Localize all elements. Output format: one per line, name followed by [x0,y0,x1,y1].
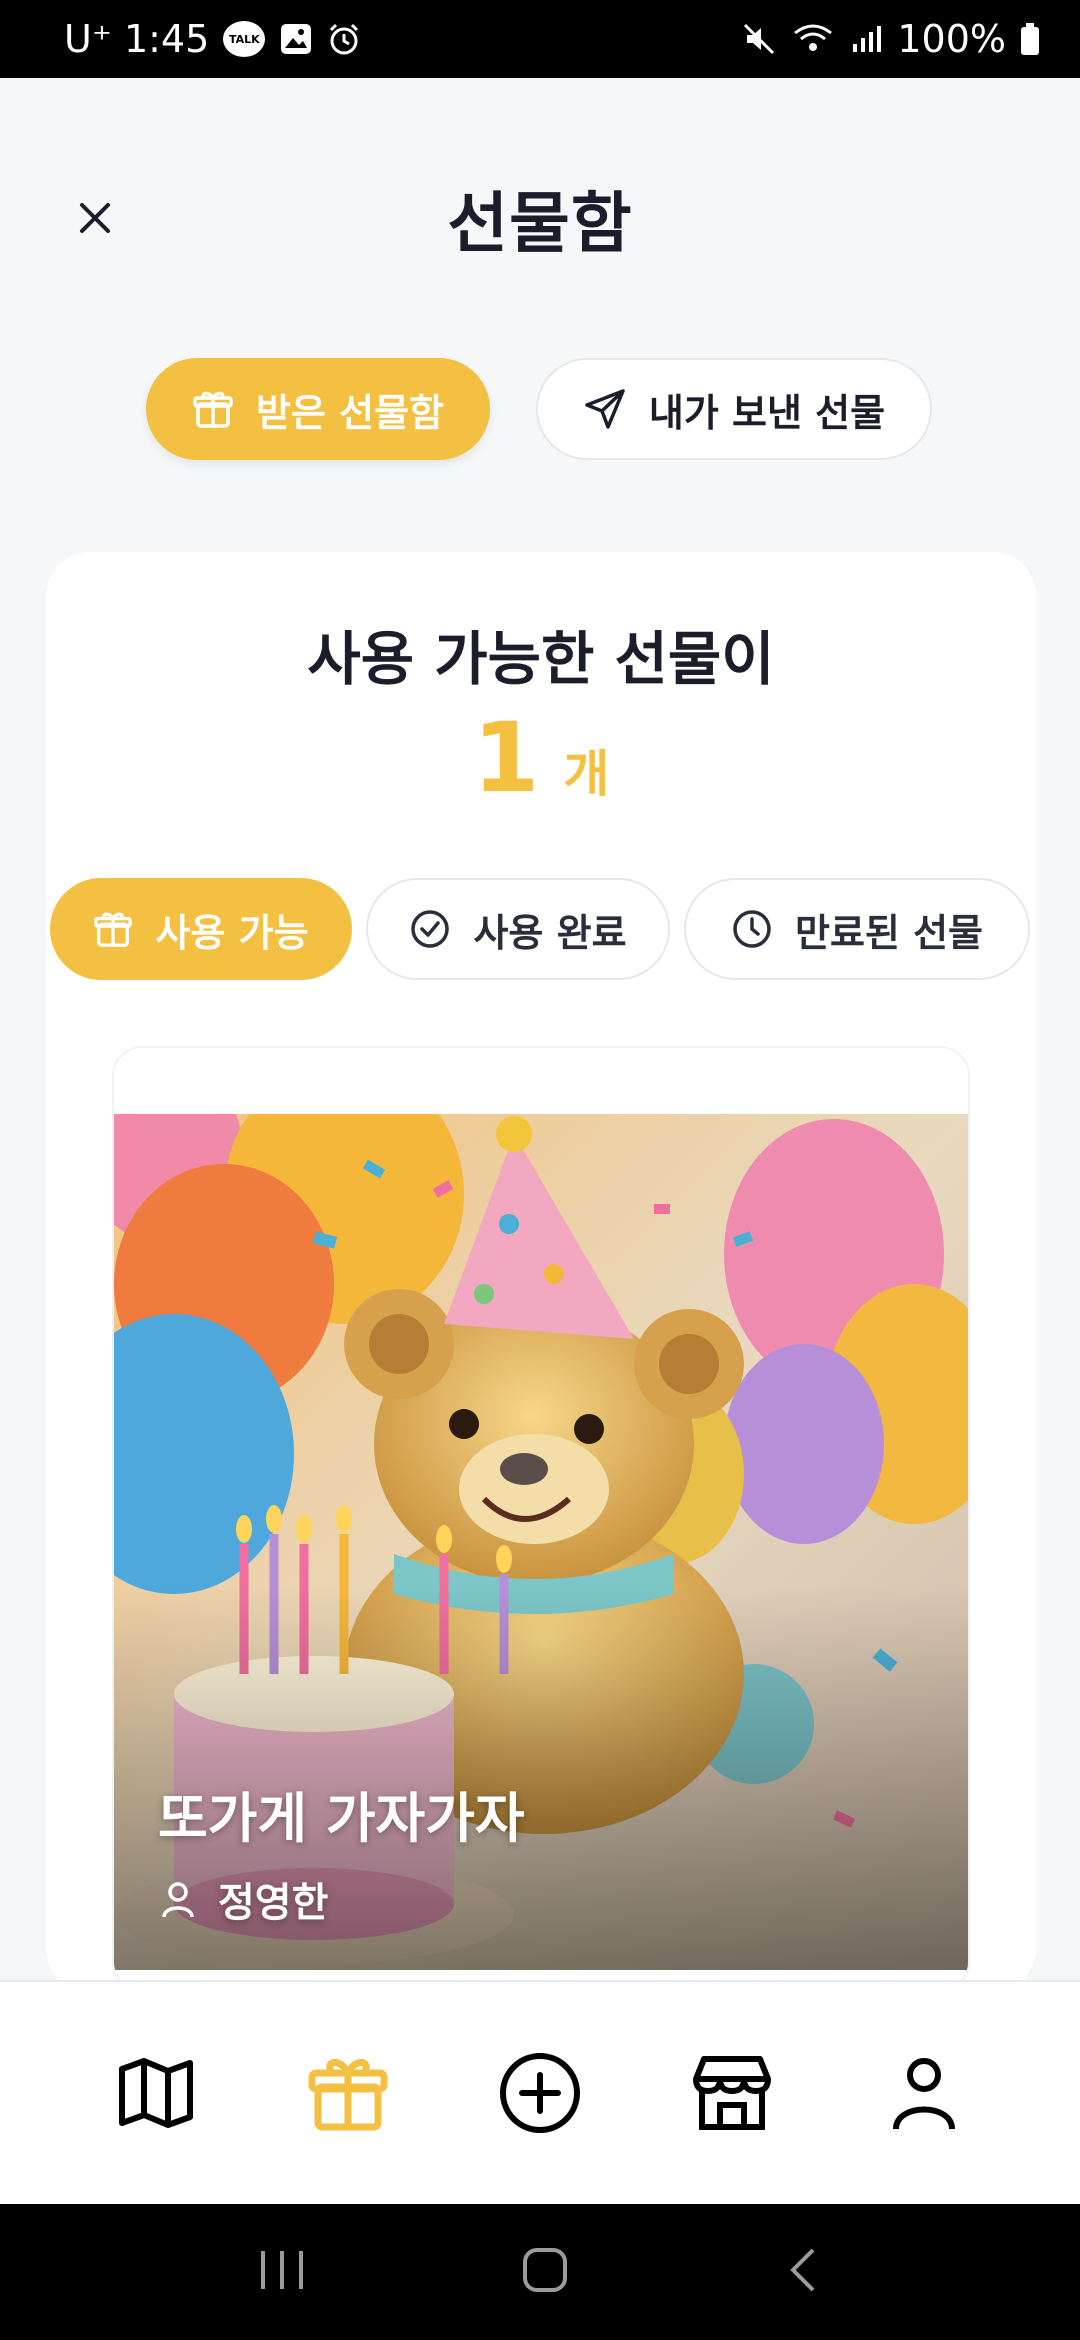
home-button[interactable] [520,2245,570,2299]
add-icon [500,2053,580,2133]
mute-icon [741,21,777,57]
clock-icon [733,910,771,948]
nav-profile[interactable] [864,2033,984,2153]
filter-available-label: 사용 가능 [155,910,309,955]
kakaotalk-icon: TALK [223,21,266,57]
back-button[interactable] [783,2245,823,2299]
page-title: 선물함 [447,185,633,262]
gift-summary-card: 사용 가능한 선물이 1 개 사용 가능 사용 완료 만료된 선물 또가게 가자… [46,552,1036,1992]
filter-available[interactable]: 사용 가능 [50,878,352,980]
wifi-icon [791,21,835,57]
nav-store[interactable] [672,2033,792,2153]
gift-icon [193,391,233,428]
person-icon [162,1882,194,1918]
gift-count-number: 1 [472,702,540,814]
gift-sender-name: 정영한 [218,1880,329,1926]
nav-gift[interactable] [288,2033,408,2153]
bottom-nav [0,1980,1080,2204]
status-left: U⁺ 1:45 TALK [64,17,361,61]
battery-text: 100% [897,17,1006,61]
gift-card[interactable]: 또가게 가자가자 정영한 [112,1046,970,1992]
summary-title: 사용 가능한 선물이 [307,625,775,693]
gift-name: 또가게 가자가자 [158,1787,525,1850]
received-gifts-tab[interactable]: 받은 선물함 [146,358,490,460]
battery-icon [1020,22,1040,56]
gift-count: 1 개 [46,702,1036,814]
send-icon [585,389,625,429]
check-circle-icon [411,910,450,948]
gift-image: 또가게 가자가자 정영한 [114,1114,968,1970]
alarm-icon [327,22,361,56]
home-icon [522,2248,567,2292]
signal-icon [849,22,883,56]
status-bar: U⁺ 1:45 TALK 100% [0,0,1080,78]
sent-gifts-label: 내가 보낸 선물 [648,390,886,435]
gift-icon [94,912,133,947]
filter-used[interactable]: 사용 완료 [366,878,670,980]
profile-icon [893,2058,955,2130]
recent-apps-button[interactable] [257,2247,307,2297]
nav-map[interactable] [96,2033,216,2153]
filter-expired-label: 만료된 선물 [794,910,984,955]
recent-apps-icon [260,2251,303,2289]
received-gifts-label: 받은 선물함 [255,390,445,435]
gift-count-unit: 개 [563,745,610,803]
filter-used-label: 사용 완료 [473,910,627,955]
sent-gifts-tab[interactable]: 내가 보낸 선물 [536,358,932,460]
store-icon [693,2056,771,2130]
filter-expired[interactable]: 만료된 선물 [684,878,1030,980]
gallery-icon [279,22,313,56]
nav-add[interactable] [480,2033,600,2153]
system-nav-bar [0,2204,1080,2340]
status-right: 100% [741,17,1040,61]
back-icon [790,2248,815,2292]
gift-icon [308,2059,388,2131]
map-icon [119,2058,193,2128]
header: 선물함 [0,78,1080,358]
carrier-time: U⁺ 1:45 [64,17,210,61]
gift-sender: 정영한 [158,1870,328,1928]
